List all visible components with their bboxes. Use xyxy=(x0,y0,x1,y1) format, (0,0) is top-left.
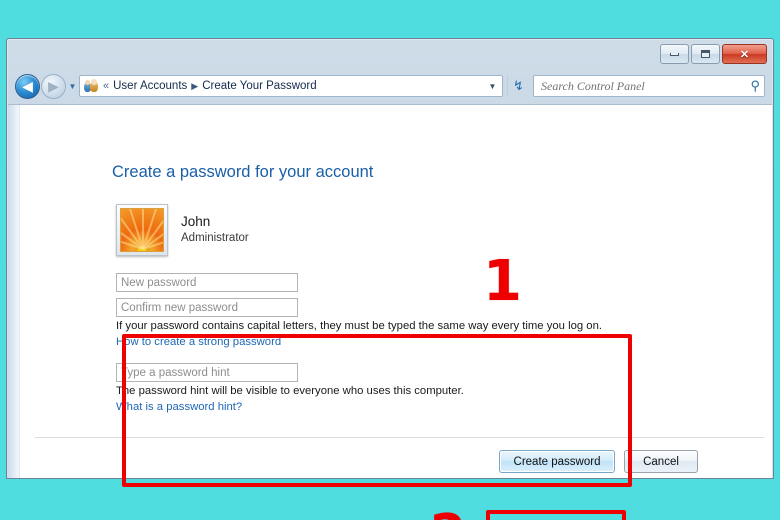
cancel-button[interactable]: Cancel xyxy=(624,450,698,473)
search-input[interactable] xyxy=(541,78,751,94)
user-info: John Administrator xyxy=(181,214,249,246)
content-pane: Create a password for your account John … xyxy=(8,104,772,520)
password-form: If your password contains capital letter… xyxy=(116,273,636,415)
avatar-image xyxy=(120,208,164,252)
breadcrumb: « User Accounts ▶ Create Your Password xyxy=(101,80,485,92)
confirm-password-input[interactable] xyxy=(116,298,298,317)
user-accounts-icon xyxy=(83,78,99,94)
breadcrumb-overflow-icon[interactable]: « xyxy=(103,80,109,92)
refresh-icon: ↯ xyxy=(513,78,524,93)
chevron-down-icon: ▼ xyxy=(488,81,497,91)
chevron-down-icon: ▼ xyxy=(68,81,77,91)
minimize-button[interactable] xyxy=(660,44,689,64)
maximize-button[interactable] xyxy=(691,44,720,64)
strong-password-link[interactable]: How to create a strong password xyxy=(116,336,281,348)
annotation-number-two: 2 xyxy=(430,508,466,520)
password-hint-note: The password hint will be visible to eve… xyxy=(116,385,464,397)
capital-letters-note: If your password contains capital letter… xyxy=(116,320,603,332)
form-actions: Create password Cancel xyxy=(499,450,698,473)
forward-button[interactable]: ▶ xyxy=(41,73,66,99)
address-bar[interactable]: « User Accounts ▶ Create Your Password ▼ xyxy=(79,75,503,97)
breadcrumb-separator-icon: ▶ xyxy=(191,80,199,91)
password-hint-input[interactable] xyxy=(116,363,298,382)
recent-pages-button[interactable]: ▼ xyxy=(66,82,79,91)
back-arrow-icon: ◀ xyxy=(22,78,33,94)
new-password-input[interactable] xyxy=(116,273,298,292)
refresh-button[interactable]: ↯ xyxy=(507,75,529,97)
minimize-icon xyxy=(670,52,679,56)
left-rail xyxy=(8,105,20,478)
navigation-bar: ◀ ▶ ▼ « User Accounts ▶ Create Your Pass… xyxy=(7,69,773,103)
forward-arrow-icon: ▶ xyxy=(48,78,59,94)
control-panel-window: ✕ ◀ ▶ ▼ « User Accounts ▶ Create Your Pa… xyxy=(6,38,774,520)
window-controls: ✕ xyxy=(660,44,767,64)
breadcrumb-item-user-accounts[interactable]: User Accounts xyxy=(113,80,187,92)
maximize-icon xyxy=(701,50,710,58)
main-panel: Create a password for your account John … xyxy=(20,105,772,520)
search-icon: ⚲ xyxy=(750,78,760,93)
create-password-button[interactable]: Create password xyxy=(499,450,615,473)
annotation-box-step-two xyxy=(486,510,626,520)
user-name: John xyxy=(181,213,211,229)
user-account-block: John Administrator xyxy=(116,204,249,256)
back-button[interactable]: ◀ xyxy=(15,73,40,99)
avatar[interactable] xyxy=(116,204,168,256)
address-dropdown-button[interactable]: ▼ xyxy=(485,82,500,91)
user-role: Administrator xyxy=(181,231,249,244)
search-box[interactable]: ⚲ xyxy=(533,75,765,97)
footer-divider xyxy=(35,437,764,438)
close-icon: ✕ xyxy=(739,48,750,61)
window-titlebar: ✕ xyxy=(7,39,773,69)
page-title: Create a password for your account xyxy=(112,163,374,181)
password-hint-link[interactable]: What is a password hint? xyxy=(116,401,242,413)
close-button[interactable]: ✕ xyxy=(722,44,767,64)
breadcrumb-item-create-your-password[interactable]: Create Your Password xyxy=(202,80,316,92)
